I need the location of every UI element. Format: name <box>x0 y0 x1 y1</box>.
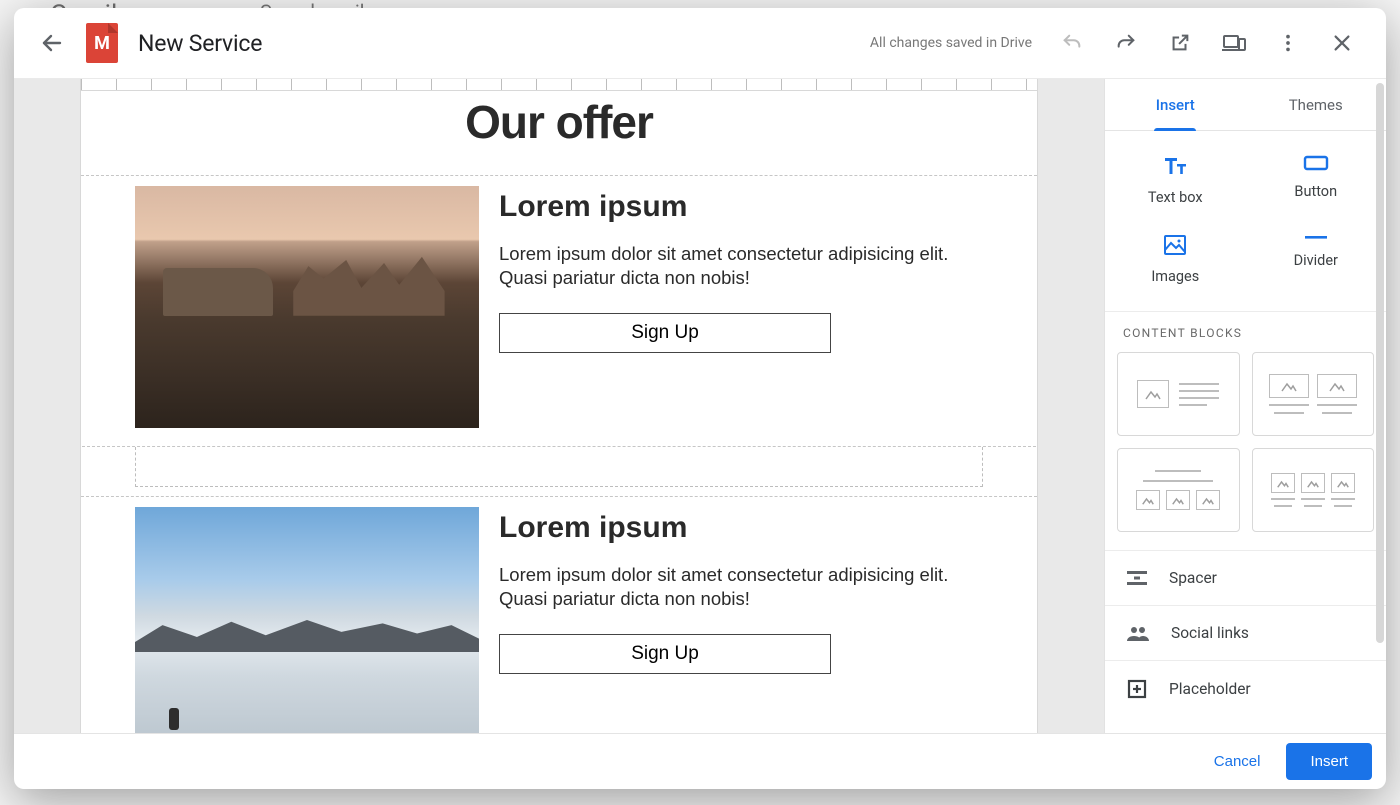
block-body[interactable]: Lorem ipsum dolor sit amet consectetur a… <box>499 242 983 289</box>
arrow-back-icon <box>40 31 64 55</box>
drop-placeholder[interactable] <box>135 447 983 487</box>
tab-insert[interactable]: Insert <box>1105 79 1246 130</box>
dialog-header: M New Service All changes saved in Drive <box>14 8 1386 79</box>
content-block[interactable]: Lorem ipsum Lorem ipsum dolor sit amet c… <box>81 175 1037 438</box>
tool-social-links[interactable]: Social links <box>1105 605 1386 660</box>
block-image[interactable] <box>135 507 479 733</box>
divider-icon <box>1303 234 1329 240</box>
page-title[interactable]: Our offer <box>81 95 1037 149</box>
content-block-image-text[interactable] <box>1117 352 1240 436</box>
tool-divider[interactable]: Divider <box>1246 220 1387 299</box>
tool-label: Images <box>1151 268 1199 285</box>
tool-images[interactable]: Images <box>1105 220 1246 299</box>
panel-tabs: Insert Themes <box>1105 79 1386 131</box>
block-body[interactable]: Lorem ipsum dolor sit amet consectetur a… <box>499 563 983 610</box>
social-icon <box>1127 625 1149 641</box>
side-panel: Insert Themes Text box Button Images <box>1104 79 1386 733</box>
content-block-three-img[interactable] <box>1117 448 1240 532</box>
template-editor-dialog: M New Service All changes saved in Drive… <box>14 8 1386 789</box>
document-title[interactable]: New Service <box>138 30 262 57</box>
spacer-icon <box>1127 571 1147 585</box>
dialog-footer: Cancel Insert <box>14 733 1386 789</box>
panel-scrollbar[interactable] <box>1374 79 1386 733</box>
tool-spacer[interactable]: Spacer <box>1105 550 1386 605</box>
canvas-area[interactable]: Our offer Lorem ipsum Lorem ipsum dolor … <box>14 79 1104 733</box>
close-button[interactable] <box>1322 23 1362 63</box>
save-status: All changes saved in Drive <box>870 35 1032 51</box>
button-icon <box>1303 155 1329 171</box>
placeholder-icon <box>1127 679 1147 699</box>
tool-label: Spacer <box>1169 569 1217 587</box>
content-block-three-col[interactable] <box>1252 448 1375 532</box>
redo-button[interactable] <box>1106 23 1146 63</box>
undo-icon <box>1061 32 1083 54</box>
text-box-icon <box>1162 155 1188 177</box>
block-heading[interactable]: Lorem ipsum <box>499 511 983 545</box>
content-block-two-col[interactable] <box>1252 352 1375 436</box>
content-blocks-label: CONTENT BLOCKS <box>1105 311 1386 352</box>
tool-placeholder[interactable]: Placeholder <box>1105 660 1386 717</box>
tool-label: Placeholder <box>1169 680 1251 698</box>
content-block[interactable]: Lorem ipsum Lorem ipsum dolor sit amet c… <box>81 497 1037 733</box>
tool-label: Button <box>1294 183 1337 200</box>
signup-button[interactable]: Sign Up <box>499 634 831 674</box>
tool-label: Text box <box>1148 189 1203 206</box>
more-button[interactable] <box>1268 23 1308 63</box>
scrollbar-thumb[interactable] <box>1376 83 1384 643</box>
open-in-new-button[interactable] <box>1160 23 1200 63</box>
insert-button[interactable]: Insert <box>1286 743 1372 780</box>
tool-label: Social links <box>1171 624 1249 642</box>
undo-button[interactable] <box>1052 23 1092 63</box>
block-image[interactable] <box>135 186 479 428</box>
tab-themes[interactable]: Themes <box>1246 79 1387 130</box>
tool-text-box[interactable]: Text box <box>1105 141 1246 220</box>
signup-button[interactable]: Sign Up <box>499 313 831 353</box>
tool-label: Divider <box>1294 252 1338 269</box>
cancel-button[interactable]: Cancel <box>1198 743 1277 780</box>
email-page[interactable]: Our offer Lorem ipsum Lorem ipsum dolor … <box>80 79 1038 733</box>
more-vert-icon <box>1277 32 1299 54</box>
tool-button[interactable]: Button <box>1246 141 1387 220</box>
ruler[interactable] <box>80 79 1038 91</box>
open-in-new-icon <box>1169 32 1191 54</box>
block-heading[interactable]: Lorem ipsum <box>499 190 983 224</box>
back-button[interactable] <box>32 23 72 63</box>
image-icon <box>1163 234 1187 256</box>
devices-icon <box>1222 33 1246 53</box>
devices-button[interactable] <box>1214 23 1254 63</box>
close-icon <box>1331 32 1353 54</box>
redo-icon <box>1115 32 1137 54</box>
document-icon: M <box>86 23 118 63</box>
